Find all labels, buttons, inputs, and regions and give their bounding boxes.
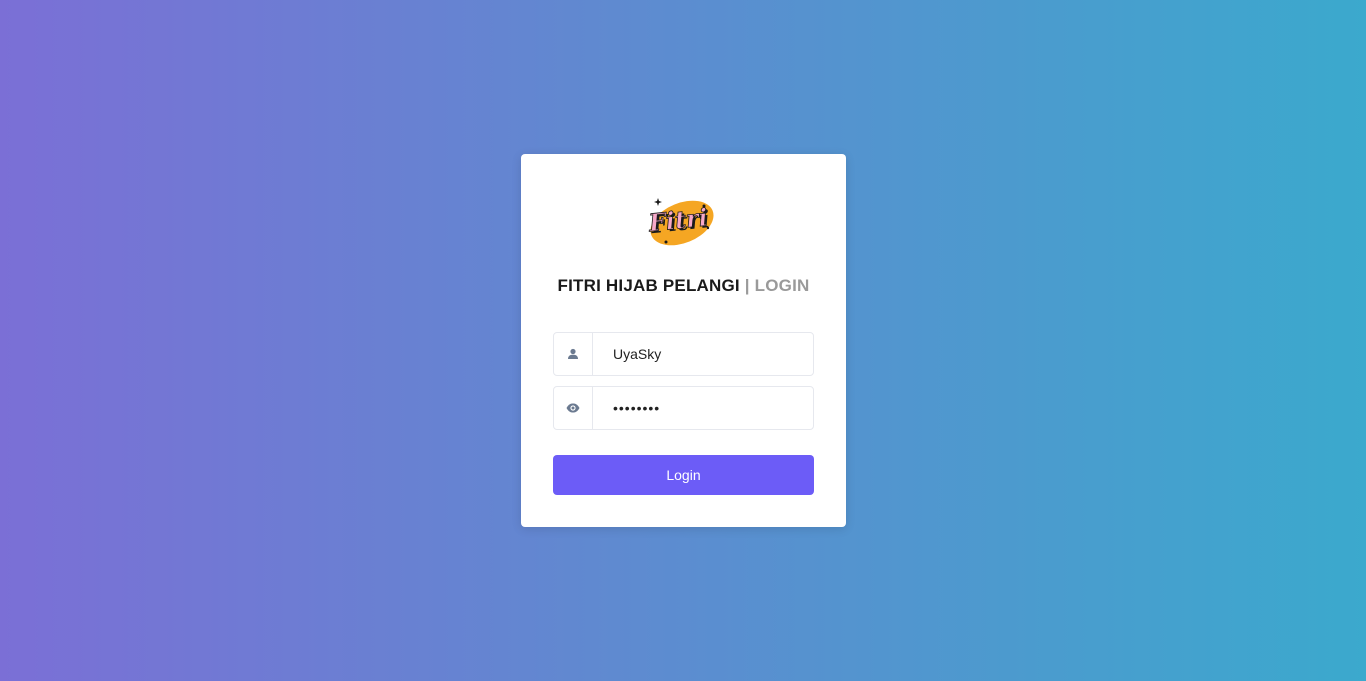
user-icon bbox=[568, 348, 578, 359]
title-main: FITRI HIJAB PELANGI bbox=[557, 276, 740, 295]
login-button[interactable]: Login bbox=[553, 455, 814, 495]
eye-icon bbox=[566, 403, 580, 413]
logo-image: Fitri Fitri bbox=[646, 198, 714, 246]
login-card: Fitri Fitri FITRI HIJAB PELANGI | LOGIN bbox=[521, 154, 846, 527]
brand-logo: Fitri Fitri bbox=[646, 192, 718, 252]
title-login: | LOGIN bbox=[744, 276, 810, 295]
page-title: FITRI HIJAB PELANGI | LOGIN bbox=[521, 276, 846, 296]
username-input[interactable] bbox=[593, 333, 813, 375]
password-addon[interactable] bbox=[554, 387, 593, 429]
username-addon bbox=[554, 333, 593, 375]
password-group bbox=[553, 386, 814, 430]
password-input[interactable] bbox=[593, 387, 813, 429]
username-group bbox=[553, 332, 814, 376]
